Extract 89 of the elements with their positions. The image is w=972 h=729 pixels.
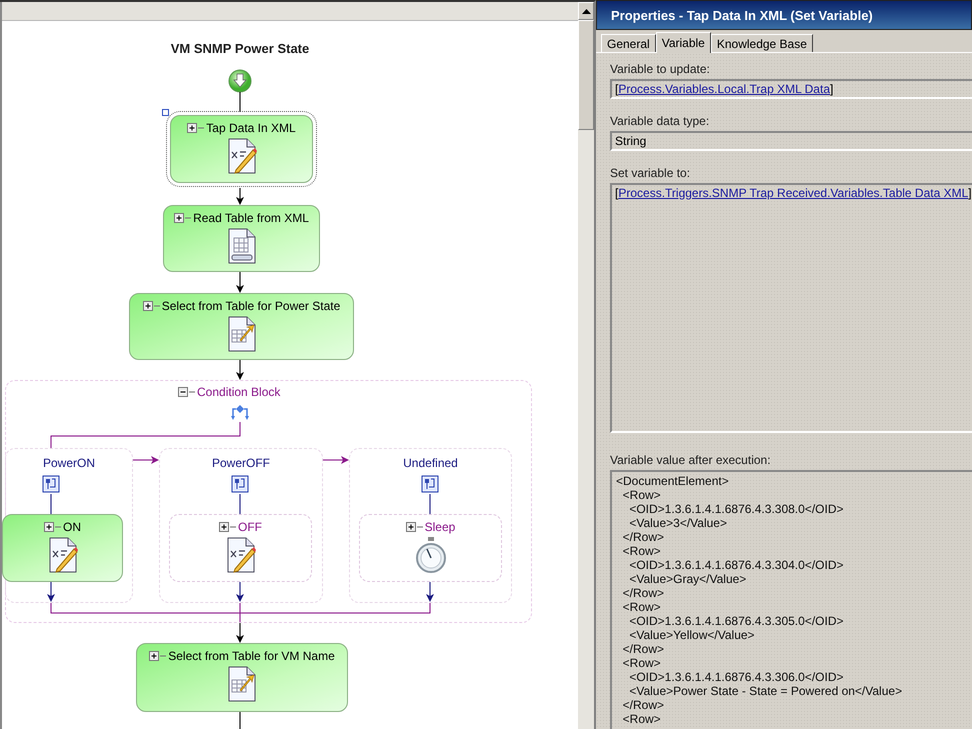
activity-node[interactable]: Select from Table for VM Name [136,643,348,712]
variable-link[interactable]: Process.Variables.Local.Trap XML Data [618,82,830,96]
activity-label: Sleep [424,520,456,534]
branch-label: PowerON [42,456,96,470]
table-arrow-document-icon [226,316,256,352]
activity-label: Select from Table for VM Name [168,649,335,663]
tab[interactable]: Knowledge Base [710,34,813,52]
xml-line: <Value>Gray</Value> [628,572,746,586]
xml-line: <Row> [622,656,661,670]
resize-handle[interactable] [162,109,169,116]
xml-line: <DocumentElement> [616,474,729,488]
expand-icon[interactable] [219,521,237,533]
panel-title: Properties - Tap Data In XML (Set Variable) [596,0,972,30]
bracket-text: [ [615,186,618,200]
connector-arrow [236,582,244,602]
activity-label: Tap Data In XML [206,121,296,135]
xml-line: <Row> [622,488,661,502]
up-arrow-icon [582,8,591,14]
table-document-icon [226,228,256,264]
table-arrow-document-icon [227,666,257,702]
xml-line: </Row> [622,642,664,656]
xml-line: </Row> [622,586,664,600]
scroll-thumb[interactable] [578,20,594,130]
xml-line: <Value>Power State - State = Powered on</Value> [628,684,902,698]
activity-node[interactable]: Select from Table for Power State [129,293,354,360]
pencil-document-icon [226,138,256,174]
field-value: String [615,134,646,148]
value-field[interactable]: [Process.Variables.Local.Trap XML Data] [610,79,972,99]
expand-icon[interactable] [44,521,62,533]
xml-line: </Row> [622,530,664,544]
xml-line: <Row> [622,544,661,558]
branch-icon [231,475,249,493]
tab[interactable]: General [601,34,656,52]
xml-line: <Row> [622,712,661,726]
field-label: Variable value after execution: [610,453,772,468]
pencil-document-icon [48,537,78,573]
activity-label: ON [63,520,81,534]
branch-icon [421,475,439,493]
connector-arrow [132,456,159,464]
expand-icon[interactable] [406,521,424,533]
workflow-title: VM SNMP Power State [170,41,310,56]
activity-label: OFF [238,520,262,534]
activity-node[interactable]: Read Table from XML [163,205,320,272]
connector-arrow [322,456,349,464]
branch-icon [42,475,60,493]
tab[interactable]: Variable [656,32,711,53]
collapse-icon[interactable] [178,386,196,398]
connector-arrow [236,622,244,643]
condition-icon [230,404,250,422]
field-label: Set variable to: [610,166,692,181]
xml-line: <OID>1.3.6.1.4.1.6876.4.3.308.0</OID> [628,502,844,516]
xml-line: <Row> [622,600,661,614]
branch-label: PowerOFF [210,456,271,470]
field-label: Variable to update: [610,62,711,77]
xml-line: <OID>1.3.6.1.4.1.6876.4.3.304.0</OID> [628,558,844,572]
activity-label: Select from Table for Power State [162,299,340,313]
variable-link[interactable]: Process.Triggers.SNMP Trap Received.Variables.Table Data XML [618,186,968,200]
activity-node[interactable]: OFF [169,514,312,582]
xml-line: <OID>1.3.6.1.4.1.6876.4.3.305.0</OID> [628,614,844,628]
activity-node[interactable]: ON [2,514,123,582]
bracket-text: ] [968,186,972,200]
xml-line: <Value>Yellow</Value> [628,628,755,642]
scroll-up-button[interactable] [578,2,594,20]
xml-line: <Value>3</Value> [628,516,727,530]
expand-icon[interactable] [187,122,206,134]
stopwatch-icon [414,537,448,573]
xml-line: </Row> [622,698,664,712]
activity-node[interactable]: Sleep [359,514,502,582]
xml-line: <OID>1.3.6.1.4.1.6876.4.3.306.0</OID> [628,670,844,684]
activity-label: Read Table from XML [193,211,309,225]
connector-line [50,494,52,514]
condition-block-label: Condition Block [197,385,280,399]
expand-icon[interactable] [174,212,192,224]
connector-arrow [236,360,244,380]
value-field[interactable]: [Process.Triggers.SNMP Trap Received.Variables.Table Data XML] [610,183,972,433]
connector-arrow [236,272,244,293]
bracket-text: [ [615,82,618,96]
connector-arrow [426,582,434,602]
value-field[interactable]: String [610,131,972,151]
expand-icon[interactable] [142,300,161,312]
field-label: Variable data type: [610,114,710,129]
scrollbar[interactable] [578,2,594,729]
connector-arrow [236,188,244,205]
pencil-document-icon [226,537,256,573]
branch-label: Undefined [402,456,459,470]
bracket-text: ] [830,82,834,96]
connector-arrow [47,582,55,602]
expand-icon[interactable] [149,650,168,662]
start-icon [228,70,252,92]
